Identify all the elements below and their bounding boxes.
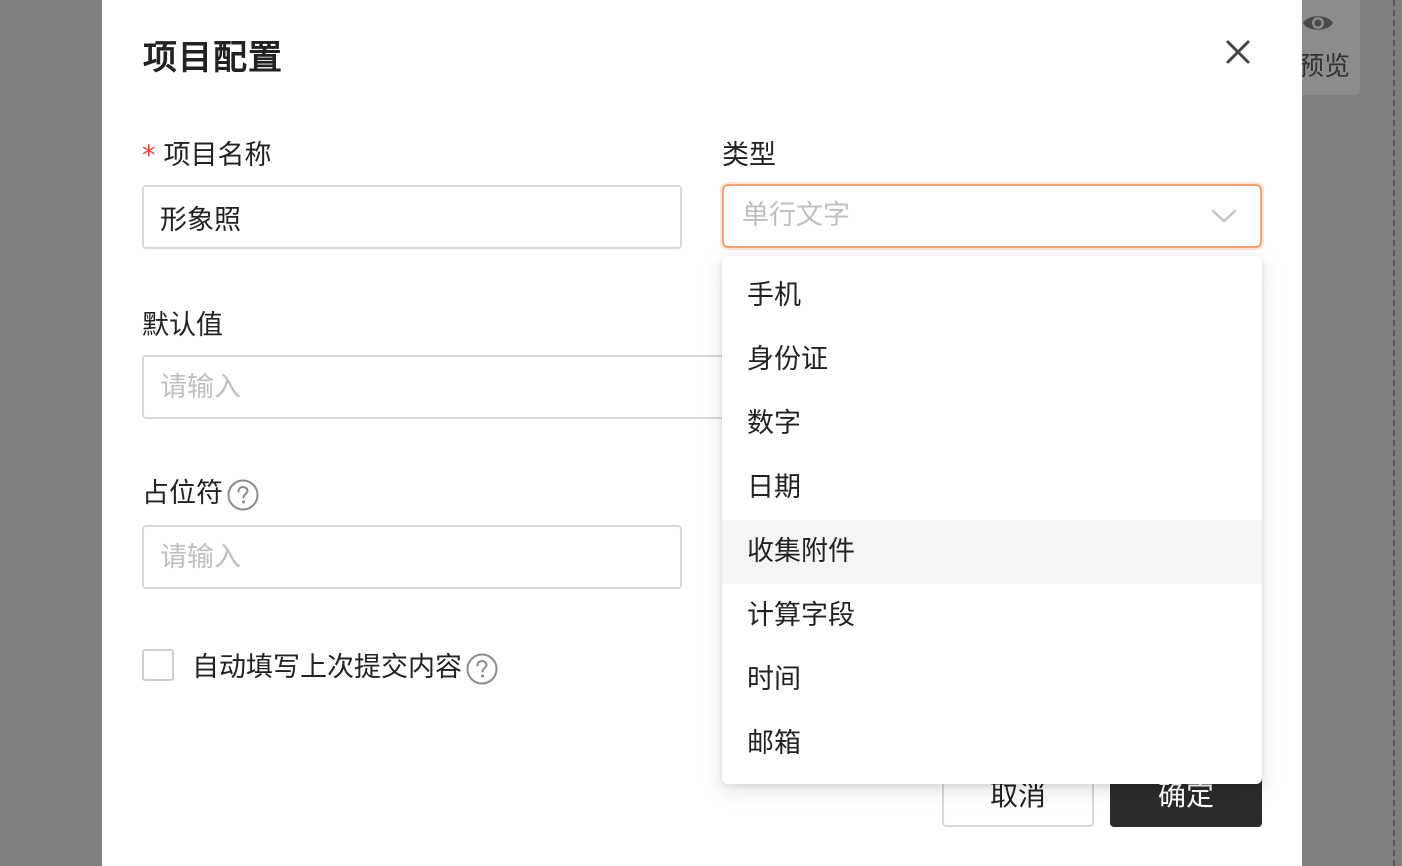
autofill-checkbox[interactable]	[142, 649, 174, 681]
dropdown-option-number[interactable]: 数字	[722, 392, 1262, 456]
modal-title: 项目配置	[143, 38, 283, 78]
required-mark: *	[142, 140, 156, 171]
dropdown-option-time[interactable]: 时间	[722, 648, 1262, 712]
default-value-input[interactable]	[142, 355, 802, 419]
project-name-label: * 项目名称	[142, 133, 272, 172]
type-select-value: 单行文字	[742, 200, 850, 231]
project-name-label-text: 项目名称	[163, 140, 272, 171]
placeholder-label: 占位符	[142, 471, 259, 511]
type-select[interactable]: 单行文字	[722, 184, 1262, 248]
dropdown-option-date[interactable]: 日期	[722, 456, 1262, 520]
dropdown-option-id-card[interactable]: 身份证	[722, 328, 1262, 392]
default-value-label: 默认值	[142, 310, 223, 341]
eye-icon	[1303, 16, 1333, 30]
question-circle-icon[interactable]	[227, 479, 259, 511]
project-config-modal: 项目配置 *项目名称 类型 单行文字 默认值 占位符 自动填写上次提交内容	[102, 0, 1302, 866]
preview-label: 预览	[1298, 52, 1351, 82]
autofill-label: 自动填写上次提交内容	[192, 645, 498, 685]
type-label: 类型	[722, 140, 776, 171]
placeholder-input[interactable]	[142, 525, 682, 589]
dropdown-option-email[interactable]: 邮箱	[722, 712, 1262, 776]
canvas-dashed-border	[1393, 0, 1395, 866]
dropdown-option-computed-field[interactable]: 计算字段	[722, 584, 1262, 648]
question-circle-icon[interactable]	[466, 653, 498, 685]
chevron-down-icon	[1211, 209, 1237, 223]
close-icon[interactable]	[1216, 30, 1260, 74]
project-name-input[interactable]	[142, 185, 682, 249]
dropdown-option-phone[interactable]: 手机	[722, 264, 1262, 328]
placeholder-label-text: 占位符	[142, 478, 223, 509]
dropdown-option-attachment[interactable]: 收集附件	[722, 520, 1262, 584]
type-dropdown: 手机 身份证 数字 日期 收集附件 计算字段 时间 邮箱	[722, 256, 1262, 784]
autofill-label-text: 自动填写上次提交内容	[192, 652, 462, 683]
